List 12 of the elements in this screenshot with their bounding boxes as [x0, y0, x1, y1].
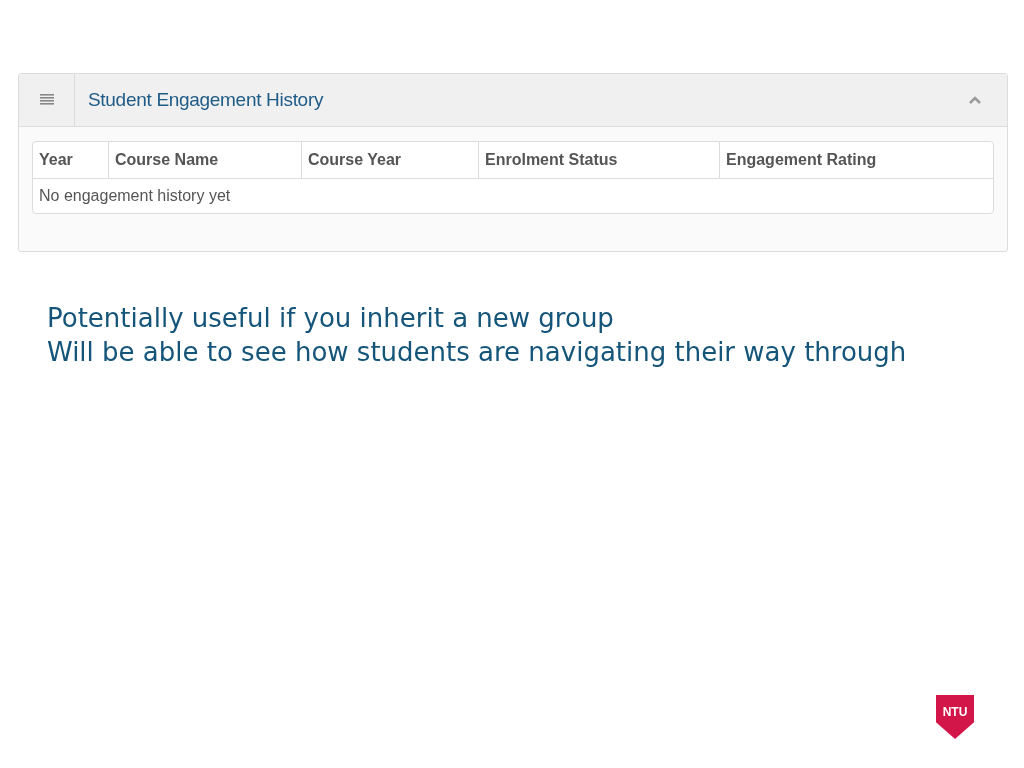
column-header: Year — [33, 142, 108, 179]
chevron-up-icon — [968, 95, 982, 105]
column-header: Course Name — [108, 142, 301, 179]
column-header: Enrolment Status — [478, 142, 719, 179]
note-text: Will be able to see how students are navigating their way through — [47, 336, 907, 369]
logo: NTU — [936, 695, 974, 739]
panel-title: Student Engagement History — [87, 89, 325, 111]
note-text: Potentially useful if you inherit a new group — [47, 302, 615, 335]
empty-message: No engagement history yet — [38, 186, 232, 206]
column-header: Engagement Rating — [719, 142, 993, 179]
column-header: Course Year — [301, 142, 478, 179]
menu-icon — [39, 94, 54, 106]
